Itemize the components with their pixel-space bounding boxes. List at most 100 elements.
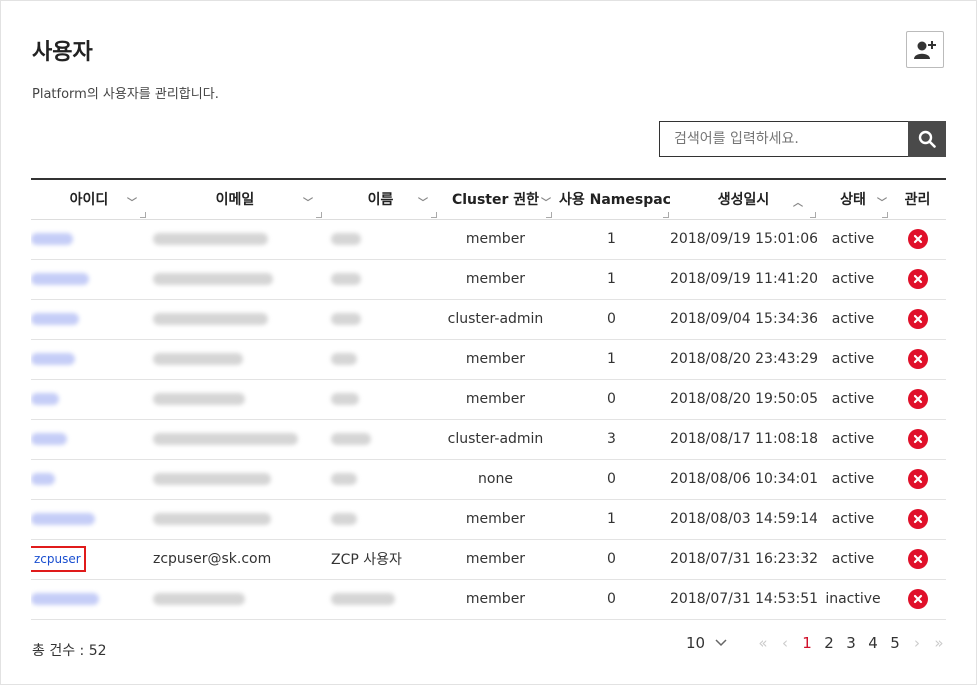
redacted-id[interactable] <box>31 513 95 525</box>
resize-handle[interactable] <box>663 211 669 218</box>
redacted-id[interactable] <box>31 353 75 365</box>
cell-status: inactive <box>825 591 881 607</box>
cell-id[interactable] <box>31 219 147 259</box>
delete-icon[interactable] <box>907 229 928 249</box>
cell-email <box>147 299 323 339</box>
table-row: member 1 2018/08/03 14:59:14 active <box>31 499 946 539</box>
cell-created: 2018/09/04 15:34:36 <box>670 311 817 327</box>
chevron-down-icon[interactable]: ﹀ <box>877 194 887 209</box>
cell-namespace: 0 <box>607 471 616 487</box>
page-link[interactable]: 4 <box>862 634 884 652</box>
col-header-name[interactable]: 이름 ﹀ <box>323 179 438 219</box>
resize-handle[interactable] <box>316 211 322 218</box>
resize-handle[interactable] <box>810 211 816 218</box>
redacted-id[interactable] <box>31 313 79 325</box>
chevron-down-icon[interactable]: ﹀ <box>127 194 137 209</box>
page-link[interactable]: 5 <box>884 634 906 652</box>
first-page-icon[interactable]: « <box>752 634 774 652</box>
cell-status: active <box>831 311 875 327</box>
redacted-name <box>331 593 395 605</box>
highlighted-id[interactable]: zcpuser <box>31 546 86 572</box>
cell-id[interactable] <box>31 459 147 499</box>
table-row: member 1 2018/08/20 23:43:29 active <box>31 339 946 379</box>
chevron-down-icon[interactable]: ﹀ <box>418 194 428 209</box>
redacted-email <box>153 393 245 405</box>
cell-namespace: 3 <box>607 431 616 447</box>
page-title: 사용자 <box>32 40 93 65</box>
redacted-id[interactable] <box>31 273 89 285</box>
cell-role: member <box>465 591 526 607</box>
redacted-id[interactable] <box>31 233 73 245</box>
resize-handle[interactable] <box>431 211 437 218</box>
col-header-manage: 관리 <box>904 192 931 209</box>
cell-id[interactable] <box>31 579 147 619</box>
cell-email <box>147 219 323 259</box>
col-header-id[interactable]: 아이디 ﹀ <box>31 179 147 219</box>
cell-id[interactable] <box>31 419 147 459</box>
cell-manage <box>889 539 946 579</box>
page-link[interactable]: 1 <box>796 634 818 652</box>
cell-id[interactable] <box>31 259 147 299</box>
col-header-cluster-role[interactable]: Cluster 권한 ﹀ <box>438 179 553 219</box>
redacted-id[interactable] <box>31 473 55 485</box>
cell-email <box>147 459 323 499</box>
col-header-namespace[interactable]: 사용 Namespace <box>553 179 670 219</box>
prev-page-icon[interactable]: ‹ <box>774 634 796 652</box>
user-id-link[interactable]: zcpuser <box>34 552 81 566</box>
redacted-name <box>331 473 357 485</box>
delete-icon[interactable] <box>907 349 928 369</box>
col-header-created[interactable]: 생성일시 ︿ <box>670 179 817 219</box>
col-header-email[interactable]: 이메일 ﹀ <box>147 179 323 219</box>
resize-handle[interactable] <box>140 211 146 218</box>
add-user-button[interactable] <box>906 31 944 68</box>
search-button[interactable] <box>908 121 946 157</box>
resize-handle[interactable] <box>882 211 888 218</box>
delete-icon[interactable] <box>907 269 928 289</box>
cell-name <box>323 339 438 379</box>
delete-icon[interactable] <box>907 389 928 409</box>
delete-icon[interactable] <box>907 589 928 609</box>
chevron-down-icon <box>715 639 727 647</box>
cell-manage <box>889 339 946 379</box>
resize-handle[interactable] <box>546 211 552 218</box>
last-page-icon[interactable]: » <box>928 634 950 652</box>
cell-id[interactable] <box>31 339 147 379</box>
page-size-select[interactable]: 10 <box>686 634 727 652</box>
cell-id[interactable] <box>31 499 147 539</box>
redacted-id[interactable] <box>31 393 59 405</box>
page-link[interactable]: 2 <box>818 634 840 652</box>
cell-name <box>323 459 438 499</box>
page-subtitle: Platform의 사용자를 관리합니다. <box>32 87 219 102</box>
redacted-name <box>331 433 371 445</box>
search-input[interactable] <box>659 121 909 157</box>
cell-name: ZCP 사용자 <box>331 552 402 568</box>
cell-status: active <box>831 271 875 287</box>
next-page-icon[interactable]: › <box>906 634 928 652</box>
redacted-id[interactable] <box>31 593 99 605</box>
delete-icon[interactable] <box>907 509 928 529</box>
cell-id[interactable]: zcpuser <box>31 539 147 579</box>
delete-icon[interactable] <box>907 429 928 449</box>
cell-name <box>323 419 438 459</box>
chevron-down-icon[interactable]: ﹀ <box>541 194 551 209</box>
cell-name <box>323 299 438 339</box>
cell-email <box>147 579 323 619</box>
table-row: cluster-admin 3 2018/08/17 11:08:18 acti… <box>31 419 946 459</box>
chevron-up-icon[interactable]: ︿ <box>793 194 803 209</box>
cell-role: member <box>465 511 526 527</box>
cell-status: active <box>831 391 875 407</box>
delete-icon[interactable] <box>907 309 928 329</box>
redacted-id[interactable] <box>31 433 67 445</box>
table-row: member 1 2018/09/19 15:01:06 active <box>31 219 946 259</box>
cell-id[interactable] <box>31 299 147 339</box>
col-header-status[interactable]: 상태 ﹀ <box>817 179 889 219</box>
table-header-row: 아이디 ﹀ 이메일 ﹀ 이름 ﹀ Cluster 권한 ﹀ 사용 Namespace 생… <box>31 179 946 219</box>
delete-icon[interactable] <box>907 549 928 569</box>
delete-icon[interactable] <box>907 469 928 489</box>
cell-role: none <box>478 471 513 487</box>
cell-manage <box>889 579 946 619</box>
redacted-name <box>331 313 361 325</box>
chevron-down-icon[interactable]: ﹀ <box>303 194 313 209</box>
page-link[interactable]: 3 <box>840 634 862 652</box>
cell-id[interactable] <box>31 379 147 419</box>
